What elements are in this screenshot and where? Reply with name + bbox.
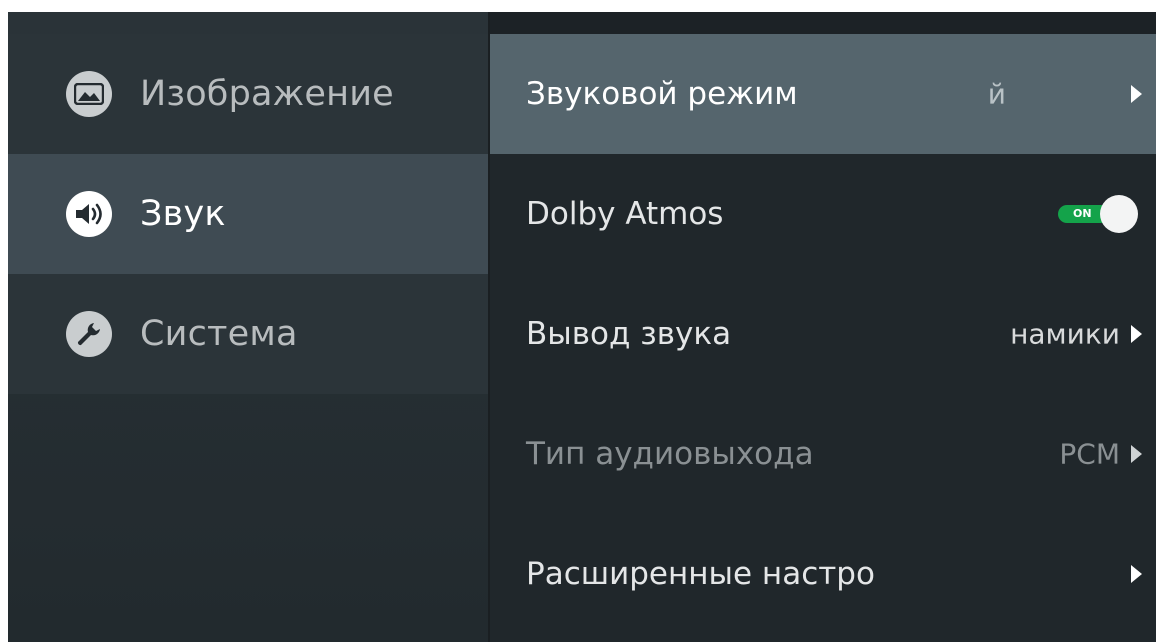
- sidebar-item-system[interactable]: Система: [8, 274, 488, 394]
- option-label: Dolby Atmos: [526, 196, 724, 232]
- sidebar-item-image[interactable]: Изображение: [8, 34, 488, 154]
- chevron-right-icon: [1131, 325, 1142, 343]
- chevron-right-icon: [1131, 565, 1142, 583]
- image-icon: [66, 71, 112, 117]
- option-label: Расширенные настро: [526, 556, 875, 592]
- dolby-atmos-toggle[interactable]: ON: [1054, 194, 1144, 234]
- option-audio-output[interactable]: Вывод звука намики: [490, 274, 1156, 394]
- chevron-right-icon: [1131, 85, 1142, 103]
- option-label: Звуковой режим: [526, 76, 798, 112]
- value-fade: [942, 274, 982, 394]
- option-audio-output-type[interactable]: Тип аудиовыхода PCM: [490, 394, 1156, 514]
- option-value: PCM: [1059, 437, 1120, 471]
- speaker-icon: [66, 191, 112, 237]
- sidebar-item-label: Система: [140, 314, 298, 354]
- tv-settings-screen: Изображение Звук Система Звуковой режим …: [8, 12, 1156, 642]
- option-advanced-settings[interactable]: Расширенные настро: [490, 514, 1156, 634]
- sidebar-item-sound[interactable]: Звук: [8, 154, 488, 274]
- option-sound-mode[interactable]: Звуковой режим й: [490, 34, 1156, 154]
- label-fade: [890, 514, 936, 634]
- settings-category-sidebar: Изображение Звук Система: [8, 12, 488, 642]
- sidebar-item-label: Изображение: [140, 74, 394, 114]
- chevron-right-icon: [1131, 445, 1142, 463]
- option-dolby-atmos[interactable]: Dolby Atmos ON: [490, 154, 1156, 274]
- option-value: намики: [1010, 317, 1120, 351]
- options-top-strip: [490, 12, 1156, 34]
- toggle-state-label: ON: [1073, 207, 1092, 220]
- option-label: Вывод звука: [526, 316, 732, 352]
- option-value: й: [987, 77, 1006, 111]
- option-label: Тип аудиовыхода: [526, 436, 814, 472]
- toggle-knob: [1100, 195, 1138, 233]
- sound-options-panel: Звуковой режим й Dolby Atmos ON Вывод зв…: [490, 12, 1156, 642]
- wrench-icon: [66, 311, 112, 357]
- sidebar-item-label: Звук: [140, 194, 226, 234]
